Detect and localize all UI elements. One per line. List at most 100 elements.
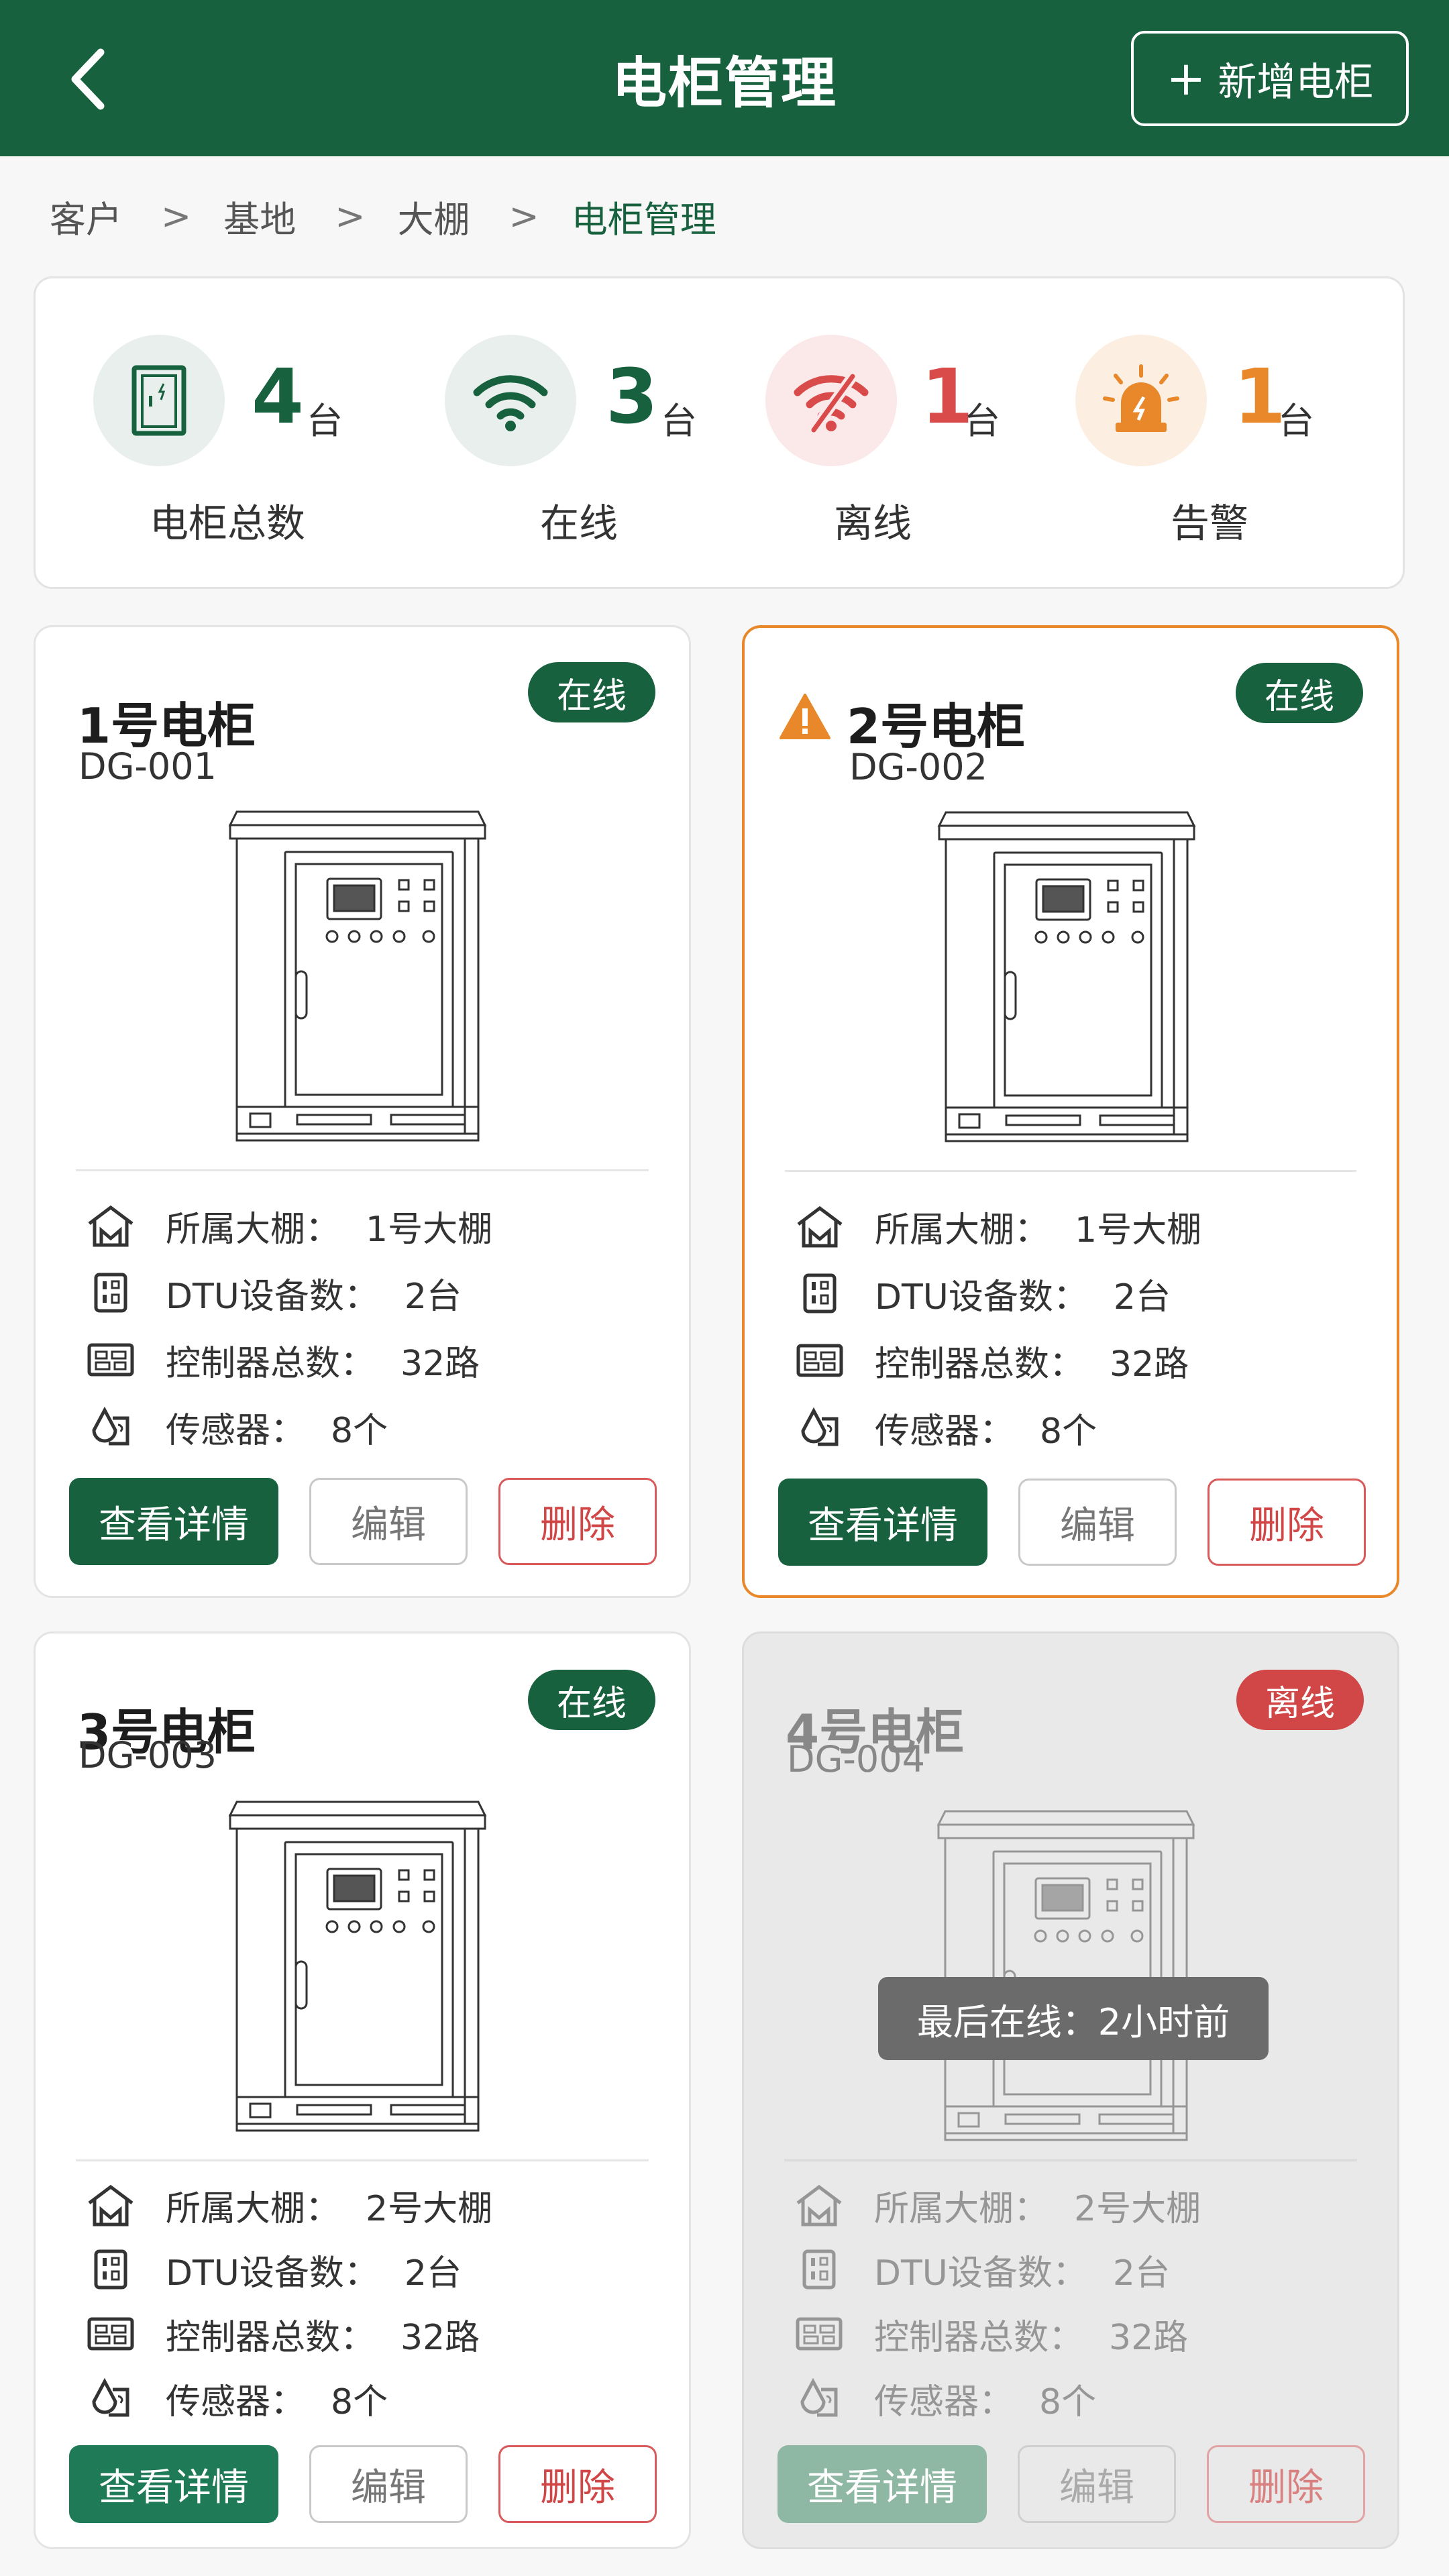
edit-button[interactable]: 编辑 [309, 2445, 468, 2523]
cabinet-card[interactable]: 1号电柜 DG-001 在线 所属大棚： 1号大棚 DTU设备数： 2台 控制器… [34, 625, 691, 1598]
alarm-icon [1075, 335, 1207, 466]
breadcrumb-item-customer[interactable]: 客户 [50, 190, 122, 243]
delete-button[interactable]: 删除 [1208, 1479, 1366, 1566]
stat-offline-unit: 台 [964, 400, 1000, 442]
divider [76, 2159, 649, 2161]
cabinet-code: DG-002 [849, 746, 987, 788]
dtu-value: 2台 [1113, 1277, 1171, 1318]
view-details-button[interactable]: 查看详情 [69, 2445, 278, 2523]
info-controllers: 控制器总数： 32路 [791, 2307, 1188, 2361]
cabinet-card[interactable]: 3号电柜 DG-003 在线 所属大棚： 2号大棚 DTU设备数： 2台 控制器… [34, 1631, 691, 2549]
cabinet-card[interactable]: 4号电柜 DG-004 离线 最后在线：2小时前 所属大棚： 2号大棚 DTU设… [742, 1631, 1399, 2549]
controllers-label: 控制器总数： [166, 1343, 376, 1384]
delete-button[interactable]: 删除 [498, 1478, 657, 1565]
dtu-label: DTU设备数： [875, 1277, 1088, 1318]
wifi-off-icon [765, 335, 897, 466]
warning-icon [780, 694, 830, 739]
controller-icon [83, 1336, 139, 1383]
greenhouse-icon [792, 1203, 848, 1250]
info-dtu: DTU设备数： 2台 [791, 2243, 1170, 2296]
stat-alarm-label: 告警 [1170, 500, 1248, 546]
greenhouse-label: 所属大棚： [166, 2188, 341, 2229]
sensors-label: 传感器： [166, 1410, 306, 1451]
breadcrumb-separator: > [335, 195, 366, 237]
stats-summary: 4 台 电柜总数 3 台 在线 1 台 离线 1 台 告警 [34, 276, 1405, 589]
greenhouse-label: 所属大棚： [874, 2188, 1049, 2229]
cabinet-image [937, 1810, 1195, 2141]
greenhouse-icon [83, 1202, 139, 1249]
stat-online-unit: 台 [661, 400, 697, 442]
dtu-label: DTU设备数： [166, 1276, 379, 1317]
cabinet-image [229, 1801, 486, 2132]
dtu-icon [791, 2246, 847, 2293]
controllers-label: 控制器总数： [875, 1344, 1085, 1385]
wifi-icon [445, 335, 576, 466]
stat-online-value: 3 [606, 354, 658, 441]
stat-total-label: 电柜总数 [149, 500, 305, 546]
cabinet-image [938, 811, 1195, 1142]
sensors-value: 8个 [1040, 1411, 1097, 1452]
stat-alarm: 1 台 告警 [1075, 278, 1344, 591]
sensors-value: 8个 [331, 1410, 388, 1451]
stat-offline-label: 离线 [833, 500, 912, 546]
cabinet-card[interactable]: 2号电柜 DG-002 在线 所属大棚： 1号大棚 DTU设备数： 2台 控制器… [742, 625, 1399, 1598]
stat-offline: 1 台 离线 [765, 278, 1034, 591]
breadcrumb-separator: > [508, 195, 539, 237]
sensor-icon [83, 2375, 139, 2422]
controllers-value: 32路 [400, 2317, 480, 2358]
edit-button[interactable]: 编辑 [1018, 2445, 1176, 2523]
dtu-icon [792, 1270, 848, 1317]
last-online-tooltip: 最后在线：2小时前 [878, 1977, 1269, 2060]
breadcrumb-item-current: 电柜管理 [571, 198, 716, 241]
dtu-label: DTU设备数： [874, 2253, 1087, 2294]
view-details-button[interactable]: 查看详情 [777, 2445, 987, 2523]
add-cabinet-label: 新增电柜 [1218, 59, 1374, 105]
info-sensors: 传感器： 8个 [83, 1400, 388, 1454]
edit-button[interactable]: 编辑 [1018, 1479, 1177, 1566]
status-badge: 在线 [528, 1670, 655, 1730]
divider [76, 1169, 649, 1171]
greenhouse-value: 2号大棚 [1074, 2188, 1201, 2229]
greenhouse-value: 2号大棚 [366, 2188, 493, 2229]
breadcrumb-item-base[interactable]: 基地 [223, 190, 296, 243]
view-details-button[interactable]: 查看详情 [69, 1478, 278, 1565]
sensors-value: 8个 [1039, 2381, 1097, 2422]
info-controllers: 控制器总数： 32路 [83, 1333, 480, 1387]
greenhouse-value: 1号大棚 [1075, 1210, 1202, 1250]
controllers-value: 32路 [400, 1343, 480, 1384]
delete-button[interactable]: 删除 [498, 2445, 657, 2523]
status-badge: 离线 [1236, 1670, 1364, 1730]
sensors-value: 8个 [331, 2381, 388, 2422]
sensor-icon [792, 1404, 848, 1451]
edit-button[interactable]: 编辑 [309, 1478, 468, 1565]
breadcrumb-item-greenhouse[interactable]: 大棚 [398, 190, 470, 243]
greenhouse-label: 所属大棚： [875, 1210, 1050, 1250]
cabinet-code: DG-001 [78, 745, 217, 788]
greenhouse-icon [83, 2182, 139, 2229]
info-greenhouse: 所属大棚： 2号大棚 [791, 2178, 1201, 2232]
info-dtu: DTU设备数： 2台 [792, 1267, 1171, 1320]
cabinet-icon [93, 335, 225, 466]
dtu-value: 2台 [404, 2253, 462, 2294]
cabinet-image [229, 810, 486, 1142]
plus-icon: + [1166, 51, 1206, 106]
info-dtu: DTU设备数： 2台 [83, 1266, 462, 1320]
delete-button[interactable]: 删除 [1207, 2445, 1365, 2523]
add-cabinet-button[interactable]: + 新增电柜 [1131, 31, 1409, 126]
view-details-button[interactable]: 查看详情 [778, 1479, 987, 1566]
info-sensors: 传感器： 8个 [792, 1401, 1097, 1454]
stat-online-label: 在线 [539, 500, 618, 546]
controller-icon [792, 1337, 848, 1384]
dtu-value: 2台 [404, 1276, 462, 1317]
greenhouse-label: 所属大棚： [166, 1209, 341, 1250]
info-greenhouse: 所属大棚： 1号大棚 [83, 1199, 492, 1252]
info-controllers: 控制器总数： 32路 [792, 1334, 1189, 1387]
cabinet-code: DG-004 [787, 1738, 925, 1780]
info-sensors: 传感器： 8个 [83, 2371, 388, 2425]
sensor-icon [83, 1403, 139, 1450]
info-controllers: 控制器总数： 32路 [83, 2307, 480, 2361]
dtu-icon [83, 1269, 139, 1316]
info-dtu: DTU设备数： 2台 [83, 2243, 462, 2296]
cabinet-code: DG-003 [78, 1734, 217, 1776]
info-greenhouse: 所属大棚： 2号大棚 [83, 2178, 492, 2232]
